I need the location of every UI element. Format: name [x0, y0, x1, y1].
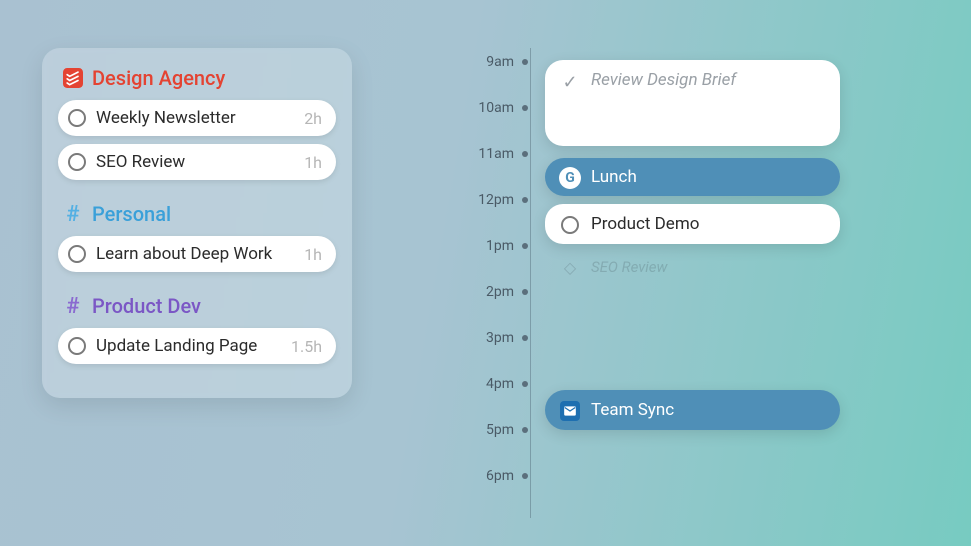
- hour-dot-icon: [522, 289, 528, 295]
- hour-dot-icon: [522, 243, 528, 249]
- hour-label: 11am: [465, 146, 520, 162]
- checkbox-icon[interactable]: [559, 214, 581, 236]
- event-demo[interactable]: Product Demo: [545, 204, 840, 244]
- event-title: Lunch: [591, 167, 637, 187]
- hour-label: 2pm: [465, 284, 520, 300]
- event-team[interactable]: Team Sync: [545, 390, 840, 430]
- hour-label: 1pm: [465, 238, 520, 254]
- hour-dot-icon: [522, 105, 528, 111]
- hour-row: 3pm: [465, 330, 925, 346]
- hour-label: 5pm: [465, 422, 520, 438]
- hour-dot-icon: [522, 59, 528, 65]
- checkbox-icon[interactable]: [68, 337, 86, 355]
- task-item[interactable]: SEO Review 1h: [58, 144, 336, 180]
- event-ghost[interactable]: ◇ SEO Review: [545, 252, 840, 282]
- task-title: Learn about Deep Work: [96, 244, 296, 264]
- hour-dot-icon: [522, 427, 528, 433]
- hash-icon: #: [62, 203, 84, 225]
- task-item[interactable]: Weekly Newsletter 2h: [58, 100, 336, 136]
- timeline-axis: [530, 48, 531, 518]
- hash-icon: #: [62, 295, 84, 317]
- hour-label: 10am: [465, 100, 520, 116]
- task-item[interactable]: Update Landing Page 1.5h: [58, 328, 336, 364]
- hour-row: 2pm: [465, 284, 925, 300]
- hour-label: 12pm: [465, 192, 520, 208]
- hour-row: 6pm: [465, 468, 925, 484]
- event-title: Team Sync: [591, 400, 674, 420]
- task-title: SEO Review: [96, 152, 296, 172]
- checkbox-icon[interactable]: [68, 245, 86, 263]
- group-label: Product Dev: [92, 294, 201, 318]
- checkbox-icon[interactable]: [68, 153, 86, 171]
- ghost-icon: ◇: [559, 257, 581, 279]
- hour-label: 6pm: [465, 468, 520, 484]
- task-title: Weekly Newsletter: [96, 108, 296, 128]
- hour-label: 9am: [465, 54, 520, 70]
- event-title: Product Demo: [591, 214, 699, 234]
- group-label: Design Agency: [92, 66, 225, 90]
- checkbox-icon[interactable]: [68, 109, 86, 127]
- group-header-product[interactable]: # Product Dev: [62, 294, 332, 318]
- group-header-personal[interactable]: # Personal: [62, 202, 332, 226]
- event-title: SEO Review: [591, 258, 667, 276]
- task-panel: Design Agency Weekly Newsletter 2h SEO R…: [42, 48, 352, 398]
- hour-dot-icon: [522, 335, 528, 341]
- task-duration: 2h: [304, 109, 322, 128]
- timeline: 9am 10am 11am 12pm 1pm 2pm 3pm 4pm 5pm 6…: [465, 48, 925, 518]
- task-duration: 1h: [304, 153, 322, 172]
- hour-dot-icon: [522, 381, 528, 387]
- google-icon: G: [559, 167, 581, 189]
- event-lunch[interactable]: G Lunch: [545, 158, 840, 196]
- check-icon: ✓: [559, 71, 581, 93]
- hour-dot-icon: [522, 151, 528, 157]
- task-title: Update Landing Page: [96, 336, 283, 356]
- group-header-design[interactable]: Design Agency: [62, 66, 332, 90]
- task-duration: 1h: [304, 245, 322, 264]
- task-item[interactable]: Learn about Deep Work 1h: [58, 236, 336, 272]
- outlook-icon: [559, 400, 581, 422]
- event-review[interactable]: ✓ Review Design Brief: [545, 60, 840, 146]
- hour-label: 4pm: [465, 376, 520, 392]
- hour-dot-icon: [522, 197, 528, 203]
- event-title: Review Design Brief: [591, 70, 736, 90]
- hour-dot-icon: [522, 473, 528, 479]
- task-duration: 1.5h: [291, 337, 322, 356]
- todoist-icon: [62, 67, 84, 89]
- group-label: Personal: [92, 202, 171, 226]
- hour-label: 3pm: [465, 330, 520, 346]
